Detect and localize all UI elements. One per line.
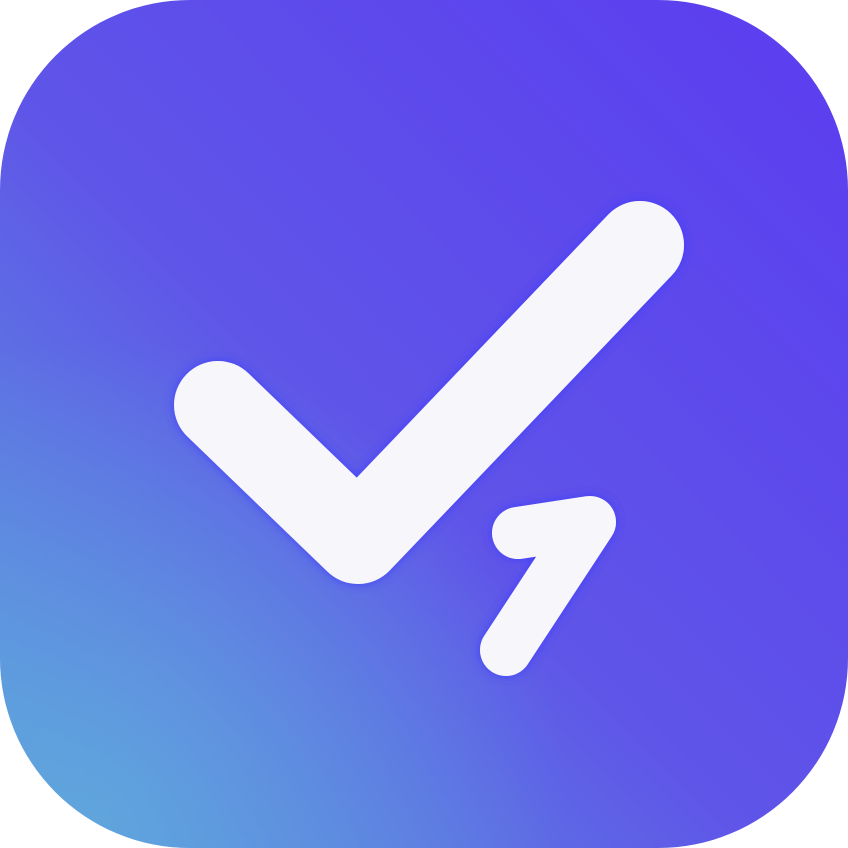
canvas (0, 0, 848, 848)
app-icon-graphic (0, 0, 848, 848)
app-icon[interactable] (0, 0, 848, 848)
